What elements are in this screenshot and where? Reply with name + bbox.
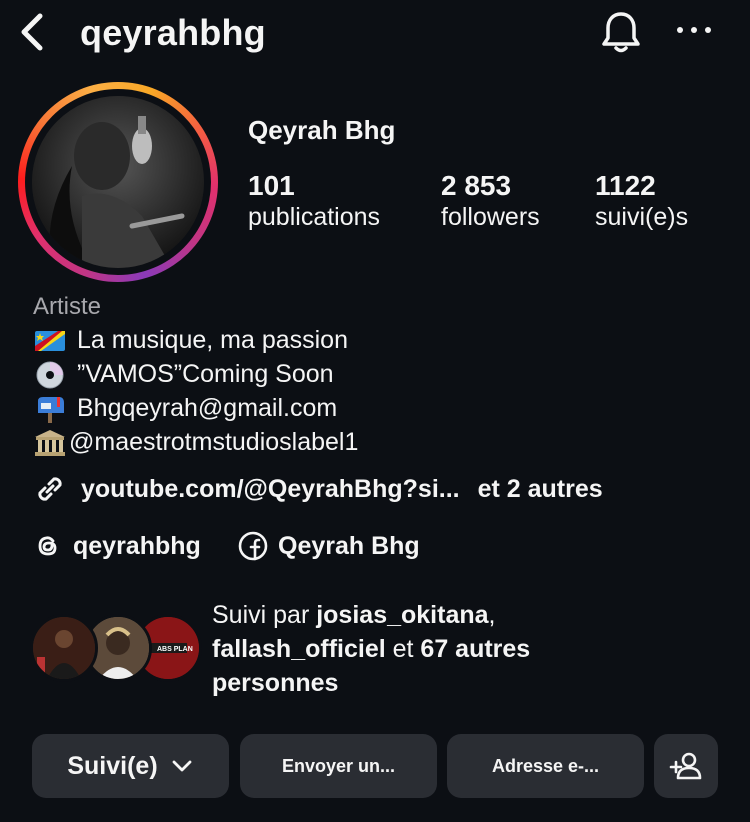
bio-line: La musique, ma passion xyxy=(33,326,348,355)
followed-by-conjunction: et xyxy=(385,635,421,663)
flag-drc-icon xyxy=(35,330,65,351)
profile-avatar[interactable] xyxy=(32,96,204,268)
mutual-avatar[interactable] xyxy=(30,614,98,682)
bio-text: ”VAMOS”Coming Soon xyxy=(77,360,334,388)
suggest-people-button[interactable] xyxy=(654,734,718,798)
link-more[interactable]: et 2 autres xyxy=(478,475,603,504)
profile-link[interactable]: youtube.com/@QeyrahBhg?si... et 2 autres xyxy=(33,472,603,506)
following-button[interactable]: Suivi(e) xyxy=(32,734,229,798)
followed-by-prefix: Suivi par xyxy=(212,601,317,629)
svg-text:ABS PLAN: ABS PLAN xyxy=(157,646,193,653)
display-name: Qeyrah Bhg xyxy=(248,115,396,145)
separator: , xyxy=(488,601,496,629)
cd-icon xyxy=(36,361,64,388)
email-button[interactable]: Adresse e-... xyxy=(447,734,644,798)
bell-icon xyxy=(602,12,640,53)
message-button[interactable]: Envoyer un... xyxy=(240,734,437,798)
notifications-button[interactable] xyxy=(596,6,646,56)
more-horizontal-icon xyxy=(677,27,711,33)
posts-count[interactable]: 101 xyxy=(248,170,295,202)
back-button[interactable] xyxy=(14,10,54,54)
mailbox-icon xyxy=(38,396,64,423)
chevron-left-icon xyxy=(21,13,43,51)
add-person-icon xyxy=(669,752,702,780)
profile-category: Artiste xyxy=(33,293,102,320)
followed-by-text[interactable]: Suivi par josias_okitana, fallash_officie… xyxy=(212,598,632,700)
threads-link[interactable]: qeyrahbhg xyxy=(33,531,201,561)
following-count[interactable]: 1122 xyxy=(595,170,656,202)
mutual-user-1[interactable]: josias_okitana xyxy=(316,601,488,629)
bio-text: Bhgqeyrah@gmail.com xyxy=(77,394,338,422)
more-options-button[interactable] xyxy=(672,12,716,52)
threads-icon xyxy=(38,536,57,556)
bio-line: ”VAMOS”Coming Soon xyxy=(33,360,334,389)
bio-line: Bhgqeyrah@gmail.com xyxy=(33,394,337,423)
mutual-user-2[interactable]: fallash_officiel xyxy=(212,635,386,663)
followers-label[interactable]: followers xyxy=(441,203,540,232)
facebook-link[interactable]: Qeyrah Bhg xyxy=(238,531,420,561)
posts-label[interactable]: publications xyxy=(248,203,380,232)
link-icon xyxy=(38,477,62,501)
bio-text[interactable]: @maestrotmstudioslabel1 xyxy=(69,428,358,457)
bio-text: La musique, ma passion xyxy=(77,326,348,354)
chevron-down-icon xyxy=(172,760,192,772)
following-label: Suivi(e) xyxy=(67,751,158,780)
facebook-icon xyxy=(238,531,268,561)
facebook-name[interactable]: Qeyrah Bhg xyxy=(278,532,420,561)
link-url[interactable]: youtube.com/@QeyrahBhg?si... xyxy=(81,475,460,504)
profile-username: qeyrahbhg xyxy=(80,12,266,53)
classical-building-icon xyxy=(35,429,65,456)
threads-handle[interactable]: qeyrahbhg xyxy=(73,532,201,561)
following-label[interactable]: suivi(e)s xyxy=(595,203,688,232)
bio-line: @maestrotmstudioslabel1 xyxy=(33,428,358,457)
followers-count[interactable]: 2 853 xyxy=(441,170,511,202)
